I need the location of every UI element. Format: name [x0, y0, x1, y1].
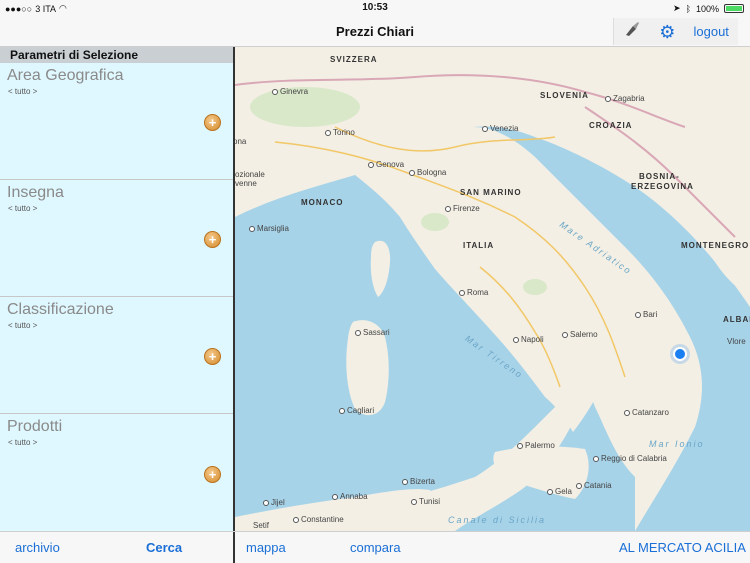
status-bar: ●●●○○ 3 ITA ◠ 10:53 ➤ ᛒ 100% [0, 0, 750, 16]
battery-icon [724, 4, 744, 13]
section-classificazione[interactable]: Classificazione < tutto > + [0, 297, 233, 414]
add-area-button[interactable]: + [204, 114, 221, 131]
map-fragment-label: ozionale [235, 170, 265, 179]
map-city-label: Catania [576, 481, 612, 490]
map-city-label: Bizerta [402, 477, 435, 486]
map-city-label: Gela [547, 487, 572, 496]
section-insegna[interactable]: Insegna < tutto > + [0, 180, 233, 297]
section-prodotti[interactable]: Prodotti < tutto > + [0, 414, 233, 531]
map-city-label: Setif [253, 521, 270, 530]
map-city-label: Salerno [562, 330, 598, 339]
market-button[interactable]: AL MERCATO ACILIA [619, 540, 746, 555]
map-country-label: SLOVENIA [540, 91, 589, 100]
current-location-marker[interactable] [673, 347, 687, 361]
battery-percent: 100% [695, 3, 719, 14]
gear-icon[interactable]: ⚙ [659, 23, 675, 41]
broom-icon[interactable] [623, 20, 641, 43]
map-city-label: Marsiglia [249, 224, 289, 233]
map-city-label: Tunisi [411, 497, 440, 506]
cerca-button[interactable]: Cerca [146, 540, 182, 555]
map-country-label: MONTENEGRO [681, 241, 750, 250]
map-city-label: Catanzaro [624, 408, 669, 417]
section-title: Insegna [7, 184, 64, 201]
map-country-label: MONACO [301, 198, 344, 207]
map-city-label: Torino [325, 128, 355, 137]
map-city-label: Cagliari [339, 406, 374, 415]
nav-toolbar: ⚙ logout [613, 18, 738, 45]
section-value: < tutto > [8, 438, 38, 447]
section-title: Classificazione [7, 301, 114, 318]
add-classificazione-button[interactable]: + [204, 348, 221, 365]
map-sea-label: Canale di Sicilia [448, 515, 547, 525]
section-value: < tutto > [8, 87, 38, 96]
section-value: < tutto > [8, 204, 38, 213]
logout-button[interactable]: logout [693, 24, 728, 39]
add-insegna-button[interactable]: + [204, 231, 221, 248]
section-area-geografica[interactable]: Area Geografica < tutto > + [0, 63, 233, 180]
section-title: Area Geografica [7, 67, 124, 84]
map-fragment-label: Vlore [727, 337, 746, 346]
bottom-divider [233, 532, 235, 563]
map-country-label: SVIZZERA [330, 55, 378, 64]
map-view[interactable]: SVIZZERA SLOVENIA CROAZIA BOSNIA- ERZEGO… [235, 47, 750, 531]
map-city-label: Napoli [513, 335, 544, 344]
location-arrow-icon: ➤ [673, 3, 681, 13]
add-prodotti-button[interactable]: + [204, 466, 221, 483]
compara-button[interactable]: compara [350, 540, 401, 555]
map-city-label: Ginevra [272, 87, 308, 96]
bluetooth-icon: ᛒ [685, 3, 691, 14]
map-country-label: CROAZIA [589, 121, 633, 130]
map-sea-label: Mar Ionio [649, 439, 705, 449]
map-city-label: Palermo [517, 441, 555, 450]
map-city-label: Roma [459, 288, 488, 297]
clock: 10:53 [362, 2, 388, 13]
map-country-label: ITALIA [463, 241, 495, 250]
map-city-label: Constantine [293, 515, 344, 524]
map-city-label: Bari [635, 310, 657, 319]
bottom-toolbar: archivio Cerca mappa compara AL MERCATO … [0, 531, 750, 563]
map-city-label: Genova [368, 160, 404, 169]
archivio-button[interactable]: archivio [15, 540, 60, 555]
map-city-label: Venezia [482, 124, 518, 133]
map-city-label: Reggio di Calabria [593, 454, 667, 463]
map-fragment-label: venne [235, 179, 257, 188]
map-city-label: Zagabria [605, 94, 645, 103]
sidebar-header: Parametri di Selezione [0, 47, 233, 63]
map-background [235, 47, 750, 531]
navigation-bar: Prezzi Chiari ⚙ logout [0, 16, 750, 47]
map-country-label: SAN MARINO [460, 188, 522, 197]
map-city-label: Annaba [332, 492, 368, 501]
section-value: < tutto > [8, 321, 38, 330]
map-city-label: Sassari [355, 328, 390, 337]
mappa-button[interactable]: mappa [246, 540, 286, 555]
map-country-label: ALBANIA [723, 315, 750, 324]
map-city-label: Jijel [263, 498, 285, 507]
map-fragment-label: ona [235, 137, 247, 146]
section-title: Prodotti [7, 418, 63, 435]
map-city-label: Firenze [445, 204, 480, 213]
map-city-label: Bologna [409, 168, 446, 177]
map-country-label: ERZEGOVINA [631, 182, 694, 191]
map-country-label: BOSNIA- [639, 172, 680, 181]
selection-sidebar: Parametri di Selezione Area Geografica <… [0, 47, 233, 531]
